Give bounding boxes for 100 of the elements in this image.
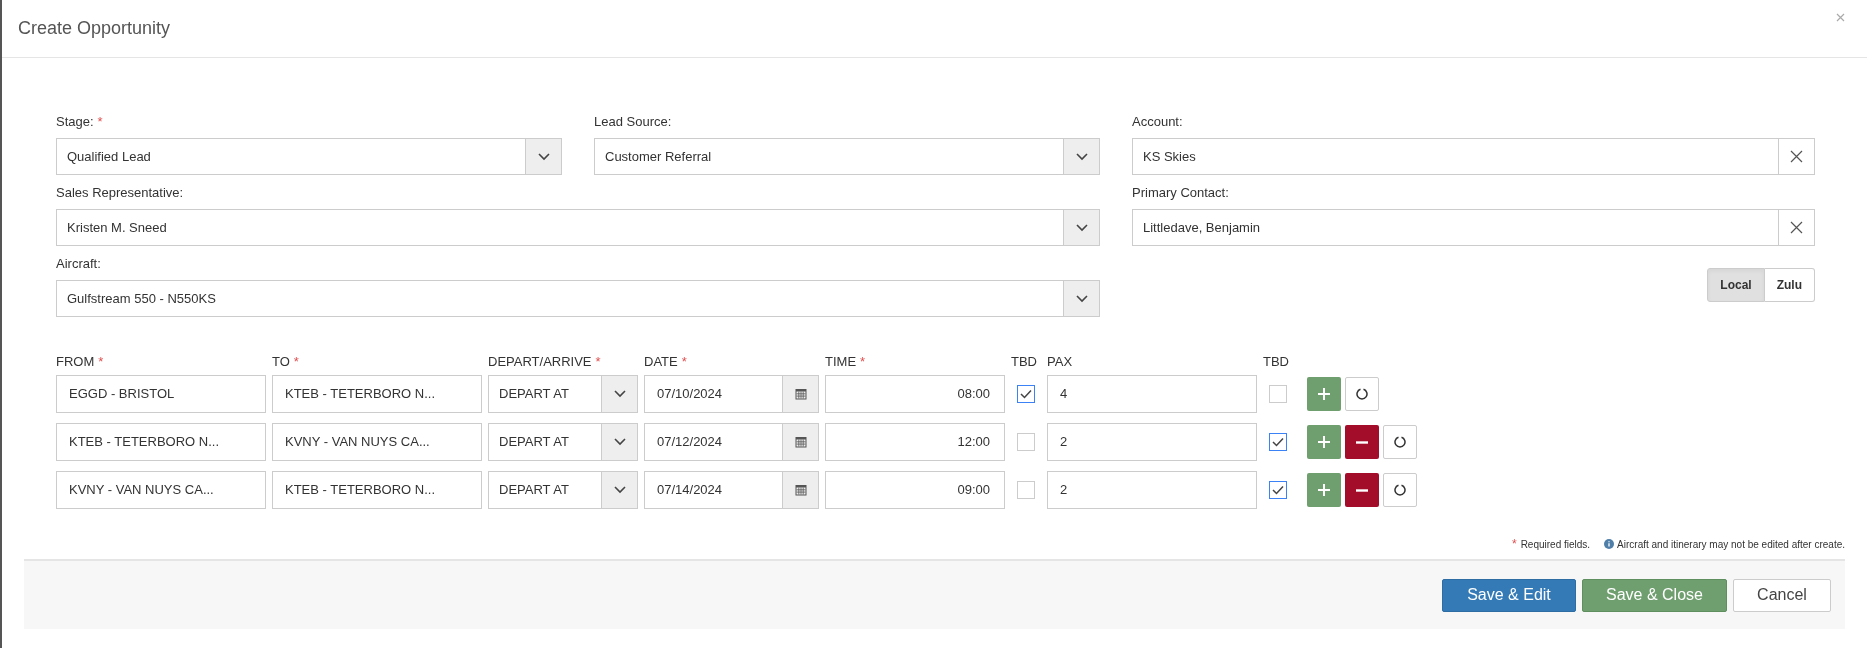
column-header: TIME [825, 353, 857, 372]
field-value: KTEB - TETERBORO N... [285, 481, 435, 500]
select-field[interactable]: Kristen M. Sneed [56, 209, 1100, 246]
chevron-down-icon [613, 438, 626, 446]
field-value: Gulfstream 550 - N550KS [66, 289, 217, 308]
reset-button[interactable] [1383, 425, 1417, 459]
column-header: FROM [56, 353, 95, 372]
field-value: KVNY - VAN NUYS CA... [285, 433, 430, 452]
info-icon [1604, 539, 1615, 549]
required-asterisk: * [98, 353, 104, 372]
pax-field[interactable]: 4 [1047, 375, 1257, 413]
field-label: Primary Contact: [1132, 184, 1229, 203]
calendar-button[interactable] [782, 472, 818, 508]
dropdown-button[interactable] [601, 424, 637, 460]
refresh-icon [1394, 484, 1406, 496]
lookup-field[interactable]: KS Skies [1132, 138, 1815, 175]
field-value: EGGD - BRISTOL [69, 385, 175, 404]
select-field[interactable]: Gulfstream 550 - N550KS [56, 280, 1100, 317]
dropdown-button[interactable] [601, 472, 637, 508]
to-field[interactable]: KVNY - VAN NUYS CA... [272, 423, 482, 461]
field-label: Stage: [56, 113, 94, 132]
required-asterisk: * [1511, 536, 1517, 553]
column-header: TBD [1011, 353, 1037, 372]
reset-button[interactable] [1345, 377, 1379, 411]
chevron-down-icon [1075, 294, 1088, 303]
pax-field[interactable]: 2 [1047, 471, 1257, 509]
dropdown-button[interactable] [1063, 210, 1099, 245]
dropdown-button[interactable] [525, 139, 561, 174]
chevron-down-icon [1075, 223, 1088, 232]
remove-leg-button[interactable] [1345, 473, 1379, 507]
field-value: 07/10/2024 [656, 385, 724, 404]
field-value: KVNY - VAN NUYS CA... [69, 481, 214, 500]
field-value: KTEB - TETERBORO N... [285, 385, 435, 404]
field-value: DEPART AT [498, 385, 570, 404]
time-mode-toggle[interactable]: Zulu [1764, 268, 1815, 302]
time-mode-toggle[interactable]: Local [1707, 268, 1765, 302]
minus-icon [1356, 488, 1368, 492]
required-note: Required fields. [1520, 537, 1591, 552]
dropdown-button[interactable] [601, 376, 637, 412]
close-icon[interactable] [1836, 13, 1845, 22]
plus-icon [1318, 388, 1330, 400]
field-label: Aircraft: [56, 255, 101, 274]
tbd-checkbox[interactable] [1269, 481, 1287, 499]
from-field[interactable]: EGGD - BRISTOL [56, 375, 266, 413]
add-leg-button[interactable] [1307, 473, 1341, 507]
lookup-field[interactable]: Littledave, Benjamin [1132, 209, 1815, 246]
dropdown-button[interactable] [1063, 139, 1099, 174]
chevron-down-icon [1075, 152, 1088, 161]
column-header: TBD [1263, 353, 1289, 372]
field-label: Sales Representative: [56, 184, 184, 203]
info-note: Aircraft and itinerary may not be edited after create. [1617, 537, 1845, 552]
add-leg-button[interactable] [1307, 425, 1341, 459]
field-value: DEPART AT [498, 481, 570, 500]
tbd-checkbox[interactable] [1017, 481, 1035, 499]
footer-button[interactable]: Save & Edit [1442, 578, 1576, 612]
plus-icon [1318, 436, 1330, 448]
field-value: Kristen M. Sneed [66, 218, 168, 237]
time-field[interactable]: 08:00 [825, 375, 1005, 413]
select-field[interactable]: Qualified Lead [56, 138, 562, 175]
calendar-button[interactable] [782, 424, 818, 460]
select-field[interactable]: Customer Referral [594, 138, 1100, 175]
field-value: 4 [1060, 385, 1068, 404]
dropdown-button[interactable] [1063, 281, 1099, 316]
time-field[interactable]: 09:00 [825, 471, 1005, 509]
field-value: KS Skies [1142, 147, 1197, 166]
field-value: 08:00 [957, 385, 990, 404]
time-field[interactable]: 12:00 [825, 423, 1005, 461]
field-value: Customer Referral [604, 147, 713, 166]
field-value: 07/14/2024 [656, 481, 724, 500]
field-value: 12:00 [957, 433, 990, 452]
add-leg-button[interactable] [1307, 377, 1341, 411]
depart-arrive-select[interactable]: DEPART AT [488, 423, 638, 461]
from-field[interactable]: KVNY - VAN NUYS CA... [56, 471, 266, 509]
date-field[interactable]: 07/14/2024 [644, 471, 819, 509]
reset-button[interactable] [1383, 473, 1417, 507]
dialog-title: Create Opportunity [18, 17, 171, 40]
footer-button[interactable]: Cancel [1733, 578, 1831, 612]
required-asterisk: * [595, 353, 601, 372]
tbd-checkbox[interactable] [1017, 433, 1035, 451]
field-label: Lead Source: [594, 113, 672, 132]
from-field[interactable]: KTEB - TETERBORO N... [56, 423, 266, 461]
chevron-down-icon [537, 152, 550, 161]
date-field[interactable]: 07/10/2024 [644, 375, 819, 413]
to-field[interactable]: KTEB - TETERBORO N... [272, 471, 482, 509]
field-label: Account: [1132, 113, 1183, 132]
required-asterisk: * [681, 353, 687, 372]
minus-icon [1356, 440, 1368, 444]
tbd-checkbox[interactable] [1269, 385, 1287, 403]
field-value: Littledave, Benjamin [1142, 218, 1262, 237]
tbd-checkbox[interactable] [1017, 385, 1035, 403]
calendar-button[interactable] [782, 376, 818, 412]
pax-field[interactable]: 2 [1047, 423, 1257, 461]
tbd-checkbox[interactable] [1269, 433, 1287, 451]
depart-arrive-select[interactable]: DEPART AT [488, 375, 638, 413]
depart-arrive-select[interactable]: DEPART AT [488, 471, 638, 509]
field-value: 07/12/2024 [656, 433, 724, 452]
date-field[interactable]: 07/12/2024 [644, 423, 819, 461]
remove-leg-button[interactable] [1345, 425, 1379, 459]
calendar-icon [794, 484, 807, 496]
to-field[interactable]: KTEB - TETERBORO N... [272, 375, 482, 413]
